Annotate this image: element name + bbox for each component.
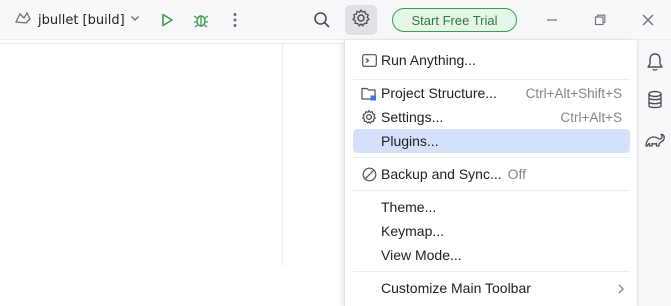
menu-item-view-mode[interactable]: View Mode... (353, 243, 630, 267)
menu-item-label: View Mode... (381, 247, 462, 263)
menu-item-label: Settings... (381, 109, 444, 125)
menu-item-backup-sync[interactable]: Backup and Sync... Off (353, 162, 630, 186)
menu-item-label: Plugins... (381, 133, 439, 149)
title-bar: jbullet [build] Start Free Trial (0, 0, 671, 40)
menu-separator (353, 271, 630, 272)
search-icon[interactable] (312, 10, 332, 30)
project-structure-icon (360, 84, 378, 102)
project-icon (14, 10, 32, 30)
close-icon[interactable] (640, 12, 656, 28)
settings-button[interactable] (345, 5, 377, 35)
menu-separator (353, 79, 630, 80)
menu-item-label: Keymap... (381, 223, 445, 239)
notifications-icon[interactable] (643, 51, 667, 73)
panel-splitter[interactable] (282, 44, 283, 266)
minimize-icon[interactable] (544, 12, 560, 28)
menu-item-project-structure[interactable]: Project Structure... Ctrl+Alt+Shift+S (353, 81, 630, 105)
menu-item-label: Theme... (381, 199, 437, 215)
menu-item-run-anything[interactable]: Run Anything... (353, 48, 630, 72)
more-vertical-icon[interactable] (227, 10, 243, 30)
menu-item-label: Backup and Sync... (381, 166, 502, 182)
menu-item-shortcut: Ctrl+Alt+S (560, 109, 622, 125)
menu-item-label: Run Anything... (381, 52, 476, 68)
run-icon[interactable] (157, 10, 177, 30)
menu-separator (353, 157, 630, 158)
debug-icon[interactable] (191, 10, 211, 30)
run-configuration-selector[interactable]: jbullet [build] (14, 9, 141, 31)
restore-icon[interactable] (592, 12, 608, 28)
start-free-trial-button[interactable]: Start Free Trial (392, 8, 517, 32)
menu-item-plugins[interactable]: Plugins... (353, 129, 630, 153)
gear-icon (351, 8, 371, 32)
menu-item-label: Project Structure... (381, 85, 497, 101)
menu-item-theme[interactable]: Theme... (353, 195, 630, 219)
gradle-icon[interactable] (642, 129, 668, 151)
right-tool-window-bar (637, 40, 671, 306)
menu-item-shortcut: Ctrl+Alt+Shift+S (525, 85, 622, 101)
chevron-down-icon (129, 12, 141, 28)
menu-separator (353, 190, 630, 191)
backup-sync-status: Off (507, 166, 527, 182)
settings-icon (360, 108, 378, 126)
main-menu-popup: Run Anything... Project Structure... Ctr… (344, 40, 637, 306)
run-configuration-label: jbullet [build] (38, 12, 125, 28)
menu-item-keymap[interactable]: Keymap... (353, 219, 630, 243)
run-anything-icon (360, 51, 378, 69)
menu-item-customize-toolbar[interactable]: Customize Main Toolbar (353, 276, 630, 300)
menu-item-label: Customize Main Toolbar (381, 280, 531, 296)
menu-item-settings[interactable]: Settings... Ctrl+Alt+S (353, 105, 630, 129)
database-icon[interactable] (643, 89, 667, 111)
backup-sync-icon (360, 165, 378, 183)
submenu-arrow-icon (616, 282, 626, 298)
tab-strip-divider (0, 43, 352, 44)
